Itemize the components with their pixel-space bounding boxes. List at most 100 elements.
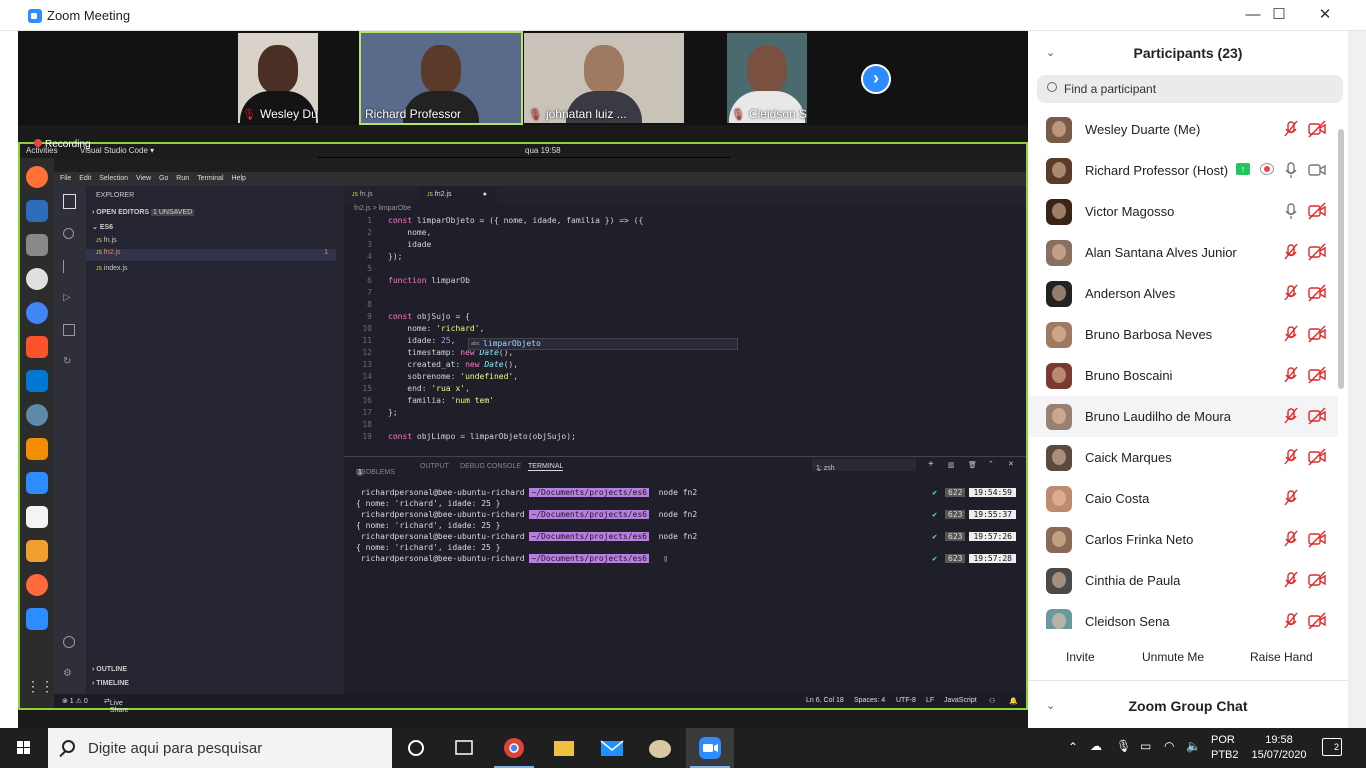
live-share-icon[interactable]: ↻ — [63, 356, 75, 368]
participant-row[interactable]: Carlos Frinka Neto — [1028, 519, 1338, 560]
menu-terminal[interactable]: Terminal — [197, 175, 223, 182]
participant-row[interactable]: Alan Santana Alves Junior — [1028, 232, 1338, 273]
cursor-position[interactable]: Ln 6, Col 18 — [806, 697, 844, 704]
scrollbar-thumb[interactable] — [1338, 129, 1344, 389]
menu-go[interactable]: Go — [159, 175, 168, 182]
code-line[interactable]: function limparOb — [388, 276, 470, 285]
code-line[interactable]: idade: 25, — [388, 336, 455, 345]
taskbar-clock[interactable]: 19:58 15/07/2020 — [1244, 733, 1314, 763]
firefox-icon[interactable] — [26, 166, 48, 188]
folder-es6[interactable]: ⌄ ES6 — [92, 223, 113, 231]
participant-row[interactable]: Victor Magosso — [1028, 191, 1338, 232]
errors-warnings-status[interactable]: ⊗ 1 ⚠ 0 — [62, 697, 88, 705]
app-icon[interactable] — [26, 506, 48, 528]
battery-icon[interactable]: ▭ — [1140, 739, 1151, 753]
volume-icon[interactable]: 🔈 — [1186, 739, 1201, 753]
update-icon[interactable] — [26, 404, 48, 426]
code-line[interactable]: created_at: new Date(), — [388, 360, 518, 369]
menu-file[interactable]: File — [60, 175, 71, 182]
autocomplete-suggestion[interactable]: abc limparObjeto — [468, 338, 738, 350]
vscode-icon[interactable] — [26, 370, 48, 392]
code-line[interactable]: const objLimpo = limparObjeto(objSujo); — [388, 432, 576, 441]
menu-selection[interactable]: Selection — [99, 175, 128, 182]
document-icon[interactable] — [26, 200, 48, 222]
chrome-icon[interactable] — [26, 302, 48, 324]
zoom-taskbar-icon[interactable] — [686, 728, 734, 768]
participants-scrollbar[interactable] — [1337, 109, 1345, 629]
notification-center-icon[interactable]: 2 — [1322, 738, 1342, 756]
participant-row[interactable]: Caio Costa — [1028, 478, 1338, 519]
code-line[interactable]: const objSujo = { — [388, 312, 470, 321]
participant-row[interactable]: Bruno Laudilho de Moura — [1028, 396, 1338, 437]
paint-icon[interactable] — [636, 728, 684, 768]
account-icon[interactable] — [63, 636, 75, 648]
participant-row[interactable]: Richard Professor (Host) ↑ — [1028, 150, 1338, 191]
tab-fn-js[interactable]: JS fn.js — [344, 186, 419, 204]
slack-icon[interactable] — [26, 268, 48, 290]
search-icon[interactable] — [63, 228, 74, 239]
tab-output[interactable]: OUTPUT — [420, 463, 449, 470]
code-line[interactable]: }; — [388, 408, 398, 417]
participant-row[interactable]: Cleidson Sena — [1028, 601, 1338, 629]
video-thumbnail[interactable]: 🎙 johnatan luiz ... — [524, 33, 684, 123]
timeline-section[interactable]: › TIMELINE — [92, 680, 129, 687]
language-status[interactable]: JavaScript — [944, 697, 977, 704]
participant-row[interactable]: Bruno Boscaini — [1028, 355, 1338, 396]
code-line[interactable]: end: 'rua x', — [388, 384, 470, 393]
sublime-icon[interactable] — [26, 438, 48, 460]
task-view-button[interactable] — [440, 728, 488, 768]
chrome-taskbar-icon[interactable] — [490, 728, 538, 768]
files-icon[interactable] — [26, 234, 48, 256]
wifi-icon[interactable]: ◠ — [1164, 739, 1174, 753]
code-line[interactable]: nome, — [388, 228, 431, 237]
microphone-icon[interactable]: 🎙 — [1116, 739, 1131, 753]
mail-icon[interactable] — [588, 728, 636, 768]
zoom-app-icon[interactable] — [26, 472, 48, 494]
participant-row[interactable]: Wesley Duarte (Me) — [1028, 109, 1338, 150]
explorer-icon[interactable] — [63, 194, 76, 209]
postman-icon[interactable] — [26, 574, 48, 596]
indent-status[interactable]: Spaces: 4 — [854, 697, 885, 704]
outline-section[interactable]: › OUTLINE — [92, 666, 127, 673]
menu-edit[interactable]: Edit — [79, 175, 91, 182]
participant-search-input[interactable] — [1064, 75, 1334, 103]
participant-row[interactable]: Bruno Barbosa Neves — [1028, 314, 1338, 355]
file-item[interactable]: JS index.js — [96, 265, 342, 272]
participant-row[interactable]: Caick Marques — [1028, 437, 1338, 478]
show-apps-icon[interactable]: ⋮⋮ — [26, 678, 54, 700]
notification-bell-icon[interactable]: 🔔 — [1009, 697, 1018, 705]
zoom-app-icon[interactable] — [26, 608, 48, 630]
video-thumbnail[interactable]: 🎙Wesley Duarte — [238, 33, 318, 123]
source-control-icon[interactable] — [63, 260, 74, 273]
menu-run[interactable]: Run — [176, 175, 189, 182]
tab-fn2-js[interactable]: JS fn2.js ● — [419, 186, 497, 204]
breadcrumb[interactable]: fn2.js > limparObe — [354, 205, 411, 212]
code-area[interactable]: 1 const limparObjeto = ({ nome, idade, fa… — [344, 216, 1026, 456]
participant-row[interactable]: Anderson Alves — [1028, 273, 1338, 314]
eol-status[interactable]: LF — [926, 697, 934, 704]
encoding-status[interactable]: UTF-8 — [896, 697, 916, 704]
next-page-button[interactable]: › — [861, 64, 891, 94]
code-line[interactable]: }); — [388, 252, 402, 261]
close-button[interactable]: ✕ — [1302, 0, 1348, 31]
video-thumbnail[interactable]: 🎙Cleidson Sena — [727, 33, 807, 123]
invite-button[interactable]: Invite — [1058, 643, 1103, 671]
run-icon[interactable]: ▷ — [63, 292, 75, 304]
menu-help[interactable]: Help — [232, 175, 246, 182]
code-line[interactable]: idade — [388, 240, 431, 249]
split-terminal-icon[interactable]: ▥ — [948, 461, 955, 469]
maximize-button[interactable]: ☐ — [1256, 0, 1302, 31]
taskbar-search-input[interactable] — [88, 728, 378, 768]
code-line[interactable]: const limparObjeto = ({ nome, idade, fam… — [388, 216, 643, 225]
code-line[interactable]: sobrenome: 'undefined', — [388, 372, 518, 381]
code-line[interactable]: familia: 'num tem' — [388, 396, 494, 405]
unmute-me-button[interactable]: Unmute Me — [1134, 643, 1213, 671]
live-share-icon[interactable]: ⚇ — [989, 697, 995, 705]
terminal-output[interactable]: richardpersonal@bee-ubuntu-richard ~/Doc… — [356, 487, 1016, 564]
show-hidden-icons[interactable]: ⌃ — [1068, 740, 1078, 754]
language-indicator[interactable]: POR PTB2 — [1211, 733, 1241, 763]
onedrive-icon[interactable]: ☁ — [1090, 739, 1102, 753]
dbeaver-icon[interactable] — [26, 540, 48, 562]
settings-gear-icon[interactable]: ⚙ — [63, 668, 75, 680]
new-terminal-icon[interactable]: + — [928, 459, 934, 470]
